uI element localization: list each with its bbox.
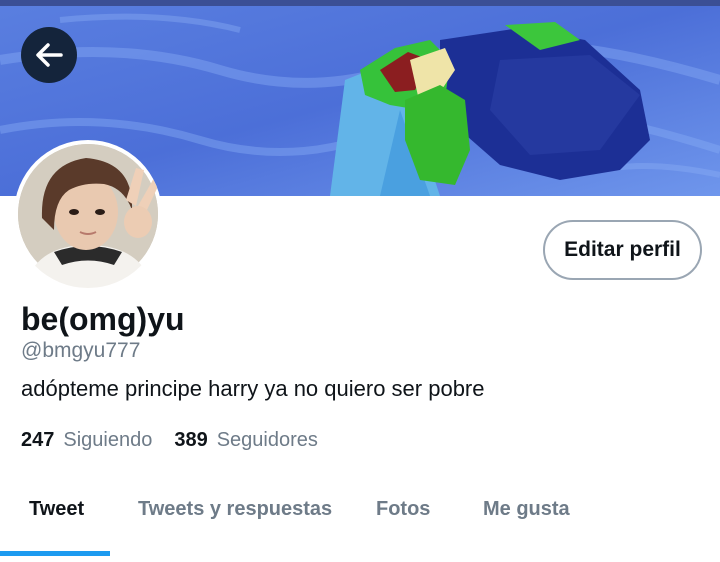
following-label: Siguiendo: [63, 429, 153, 451]
active-tab-indicator: [0, 551, 110, 556]
profile-tabs: Tweet Tweets y respuestas Fotos Me gusta: [0, 482, 720, 562]
followers-count: 389: [174, 429, 208, 451]
following-link[interactable]: 247 Siguiendo: [21, 427, 152, 453]
tab-photos[interactable]: Fotos: [376, 498, 430, 521]
user-handle: @bmgyu777: [21, 339, 141, 362]
back-button[interactable]: [21, 27, 77, 83]
avatar[interactable]: [14, 140, 162, 288]
avatar-image: [14, 140, 162, 288]
profile-stats: 247 Siguiendo 389 Seguidores: [21, 427, 340, 453]
display-name: be(omg)yu: [21, 301, 185, 337]
followers-label: Seguidores: [216, 429, 318, 451]
tab-likes[interactable]: Me gusta: [483, 498, 570, 521]
arrow-left-icon: [36, 43, 63, 67]
following-count: 247: [21, 429, 55, 451]
tab-tweets[interactable]: Tweet: [29, 498, 84, 521]
tab-tweets-and-replies[interactable]: Tweets y respuestas: [138, 498, 332, 521]
edit-profile-button[interactable]: Editar perfil: [543, 220, 702, 280]
followers-link[interactable]: 389 Seguidores: [174, 427, 318, 453]
bio: adópteme principe harry ya no quiero ser…: [21, 376, 485, 401]
profile-page: Editar perfil be(omg)yu @bmgyu777 adópte…: [0, 0, 720, 562]
